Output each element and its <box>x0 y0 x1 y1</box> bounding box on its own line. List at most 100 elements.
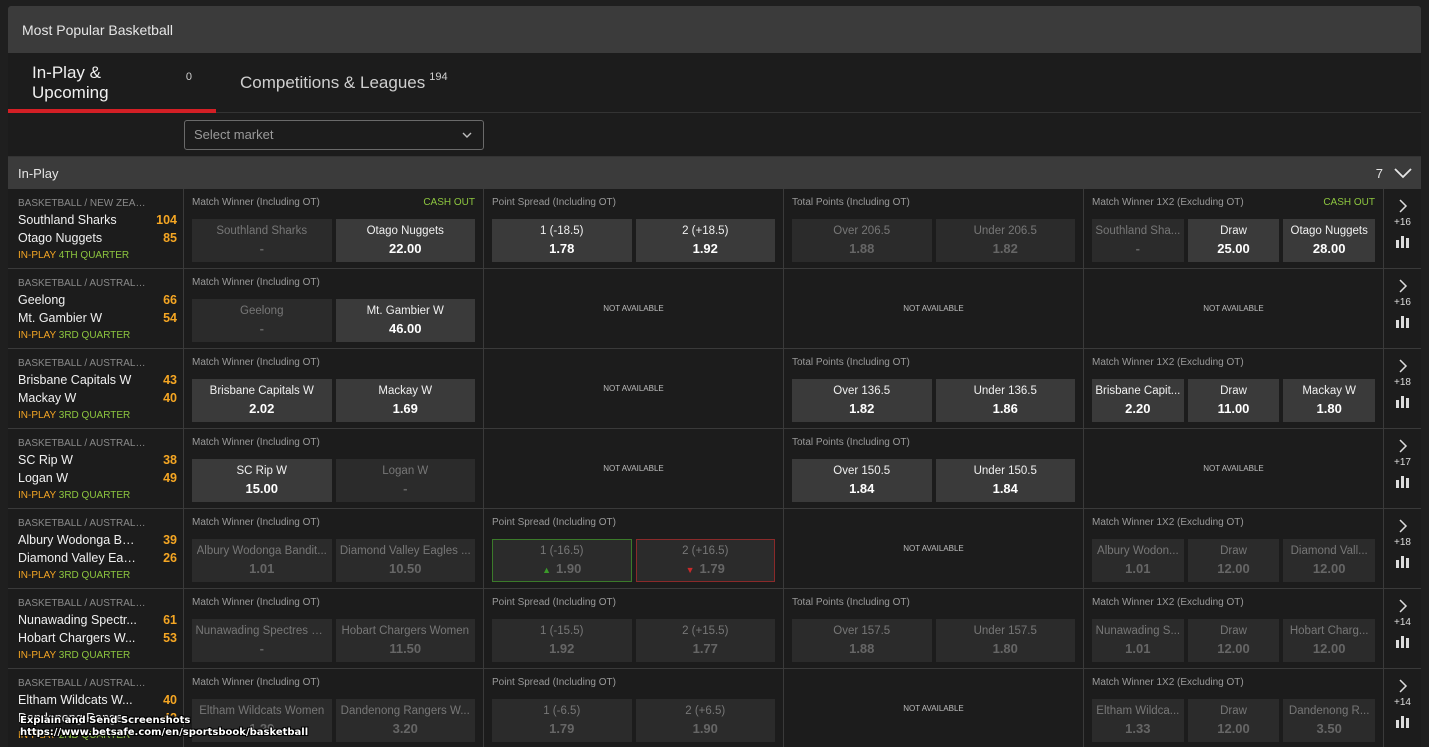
event-info[interactable]: BASKETBALL / AUSTRALIA N... Albury Wodong… <box>8 509 184 588</box>
chevron-right-icon[interactable] <box>1398 599 1408 613</box>
odds-button[interactable]: Otago Nuggets 22.00 <box>335 219 475 262</box>
odds-button[interactable]: Hobart Chargers Women 11.50 <box>335 619 475 662</box>
odds-button[interactable]: 2 (+18.5) 1.92 <box>635 219 775 262</box>
stats-chart-icon[interactable] <box>1396 554 1409 568</box>
more-markets[interactable]: +18 <box>1384 349 1421 428</box>
odds-button[interactable]: Albury Wodon... 1.01 <box>1092 539 1184 582</box>
odds-button[interactable]: Under 206.5 1.82 <box>935 219 1075 262</box>
tab-in-play-upcoming[interactable]: In-Play & Upcoming 0 <box>8 53 216 113</box>
odds-button[interactable]: Draw 12.00 <box>1187 539 1280 582</box>
odds-button[interactable]: Southland Sharks - <box>192 219 332 262</box>
odds-button[interactable]: Albury Wodonga Bandit... 1.01 <box>192 539 332 582</box>
odds-button[interactable]: Mt. Gambier W 46.00 <box>335 299 475 342</box>
selection-name: Draw <box>1220 625 1247 637</box>
chevron-right-icon[interactable] <box>1398 279 1408 293</box>
selection-name: Geelong <box>240 305 284 317</box>
odds-button[interactable]: Brisbane Capit... 2.20 <box>1092 379 1184 422</box>
odds-button[interactable]: Under 136.5 1.86 <box>935 379 1075 422</box>
odds-button[interactable]: Over 157.5 1.88 <box>792 619 932 662</box>
odds-button[interactable]: 2 (+15.5) 1.77 <box>635 619 775 662</box>
odds-button[interactable]: Over 206.5 1.88 <box>792 219 932 262</box>
odds-button[interactable]: Geelong - <box>192 299 332 342</box>
odds-value-wrap: 12.00 <box>1313 641 1346 656</box>
odds-button[interactable]: 1 (-15.5) 1.92 <box>492 619 632 662</box>
odds-button[interactable]: Over 136.5 1.82 <box>792 379 932 422</box>
market-select[interactable]: Select market <box>184 119 484 150</box>
team-score: 54 <box>163 311 177 325</box>
more-markets[interactable]: +17 <box>1384 429 1421 508</box>
stats-chart-icon[interactable] <box>1396 634 1409 648</box>
event-info[interactable]: BASKETBALL / AUSTRALIA N... Geelong 66 Mt. … <box>8 269 184 348</box>
event-info[interactable]: BASKETBALL / AUSTRALIA N... SC Rip W 38 Log… <box>8 429 184 508</box>
section-count: 7 <box>1375 165 1383 181</box>
odds-value: 25.00 <box>1217 241 1250 256</box>
away-team: Logan W 49 <box>18 471 177 487</box>
odds-button[interactable]: Draw 25.00 <box>1187 219 1280 262</box>
odds-button[interactable]: Otago Nuggets 28.00 <box>1283 219 1376 262</box>
odds-button[interactable]: Over 150.5 1.84 <box>792 459 932 502</box>
odds-button[interactable]: 2 (+16.5) ▼ 1.79 <box>635 539 775 582</box>
odds-button[interactable]: Brisbane Capitals W 2.02 <box>192 379 332 422</box>
stats-chart-icon[interactable] <box>1396 714 1409 728</box>
chevron-right-icon[interactable] <box>1398 359 1408 373</box>
odds-button[interactable]: 2 (+6.5) 1.90 <box>635 699 775 742</box>
selection-name: Hobart Chargers Women <box>341 625 470 637</box>
odds-button[interactable]: Southland Sha... - <box>1092 219 1184 262</box>
odds-value: 3.20 <box>392 721 418 736</box>
odds-button[interactable]: Under 150.5 1.84 <box>935 459 1075 502</box>
stats-chart-icon[interactable] <box>1396 394 1409 408</box>
stats-chart-icon[interactable] <box>1396 234 1409 248</box>
odds-button[interactable]: Draw 12.00 <box>1187 699 1280 742</box>
odds-button[interactable]: Under 157.5 1.80 <box>935 619 1075 662</box>
selection-name: 1 (-6.5) <box>543 705 581 717</box>
odds-button[interactable]: 1 (-6.5) 1.79 <box>492 699 632 742</box>
stats-chart-icon[interactable] <box>1396 314 1409 328</box>
odds-button[interactable]: Nunawading Spectres W... - <box>192 619 332 662</box>
event-info[interactable]: BASKETBALL / AUSTRALIA N... Nunawading Sp… <box>8 589 184 668</box>
odds-button[interactable]: Hobart Charg... 12.00 <box>1283 619 1376 662</box>
odds-value: 2.20 <box>1125 401 1151 416</box>
odds-button[interactable]: Logan W - <box>335 459 475 502</box>
chevron-right-icon[interactable] <box>1398 679 1408 693</box>
chevron-right-icon[interactable] <box>1398 519 1408 533</box>
chevron-right-icon[interactable] <box>1398 199 1408 213</box>
chevron-right-icon[interactable] <box>1398 439 1408 453</box>
stats-chart-icon[interactable] <box>1396 474 1409 488</box>
team-score: 61 <box>163 613 177 627</box>
market-column: Point Spread (Including OT) 1 (-15.5) 1.92… <box>484 589 784 668</box>
odds-value-wrap: - <box>260 321 264 336</box>
selection-group: Over 150.5 1.84 Under 150.5 1.84 <box>792 459 1075 502</box>
odds-button[interactable]: 1 (-18.5) 1.78 <box>492 219 632 262</box>
odds-button[interactable]: Dandenong R... 3.50 <box>1283 699 1376 742</box>
more-markets[interactable]: +14 <box>1384 589 1421 668</box>
more-markets[interactable]: +16 <box>1384 189 1421 268</box>
odds-value: 10.50 <box>388 561 422 576</box>
status-label: IN-PLAY <box>18 410 56 421</box>
odds-button[interactable]: Dandenong Rangers W... 3.20 <box>335 699 475 742</box>
event-row: BASKETBALL / AUSTRALIA N... Albury Wodong… <box>8 509 1421 589</box>
event-info[interactable]: BASKETBALL / AUSTRALIA N... Brisbane Capi… <box>8 349 184 428</box>
odds-button[interactable]: Nunawading S... 1.01 <box>1092 619 1184 662</box>
tab-competitions-leagues[interactable]: Competitions & Leagues 194 <box>216 53 472 112</box>
odds-button[interactable]: Mackay W 1.80 <box>1283 379 1376 422</box>
market-title: Point Spread (Including OT) <box>492 517 616 528</box>
odds-button[interactable]: Draw 11.00 <box>1187 379 1280 422</box>
in-play-section-header[interactable]: In-Play 7 <box>8 157 1421 189</box>
selection-group: Brisbane Capit... 2.20 Draw 11.00 Mackay W 1.… <box>1092 379 1376 422</box>
market-header: Total Points (Including OT) <box>792 437 1075 452</box>
odds-button[interactable]: Diamond Valley Eagles ... 10.50 <box>335 539 475 582</box>
more-markets[interactable]: +14 <box>1384 669 1421 747</box>
odds-button[interactable]: Draw 12.00 <box>1187 619 1280 662</box>
odds-value-wrap: 25.00 <box>1217 241 1250 256</box>
more-markets[interactable]: +16 <box>1384 269 1421 348</box>
chevron-down-icon[interactable] <box>1393 167 1413 179</box>
odds-button[interactable]: Eltham Wildca... 1.33 <box>1092 699 1184 742</box>
odds-button[interactable]: Diamond Vall... 12.00 <box>1283 539 1376 582</box>
odds-button[interactable]: SC Rip W 15.00 <box>192 459 332 502</box>
event-info[interactable]: BASKETBALL / NEW ZEALA... Southland Shark… <box>8 189 184 268</box>
selection-name: Nunawading S... <box>1095 625 1181 637</box>
league-label: BASKETBALL / AUSTRALIA N... <box>18 678 148 689</box>
more-markets[interactable]: +18 <box>1384 509 1421 588</box>
odds-button[interactable]: 1 (-16.5) ▲ 1.90 <box>492 539 632 582</box>
odds-button[interactable]: Mackay W 1.69 <box>335 379 475 422</box>
